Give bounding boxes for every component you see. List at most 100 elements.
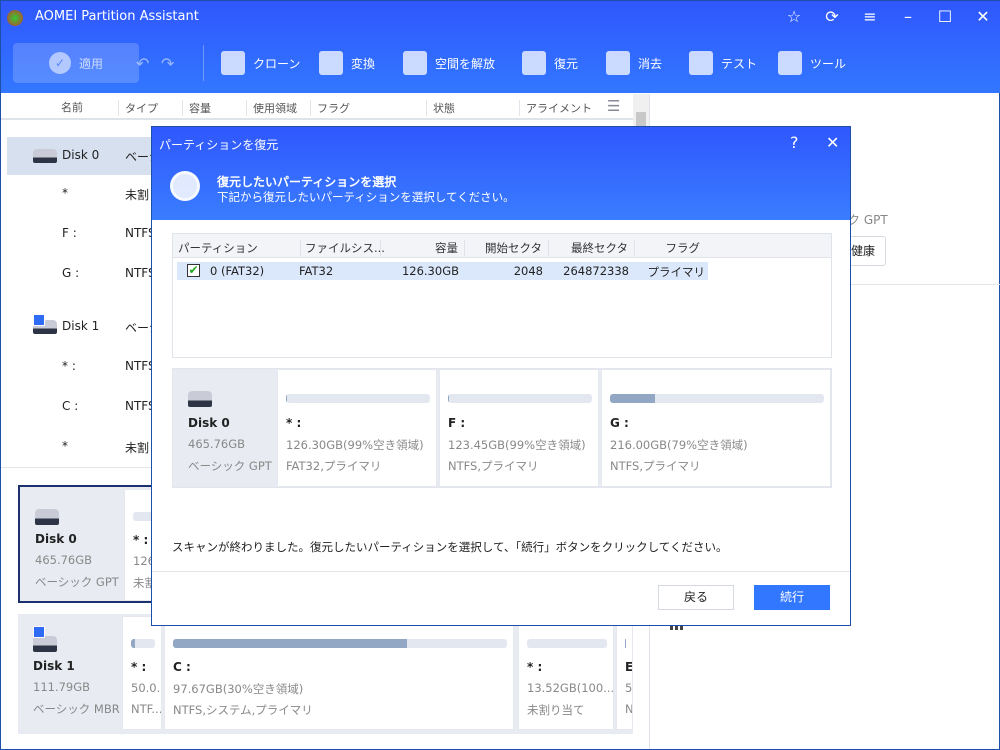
refresh-icon[interactable]: ⟳ <box>820 7 844 26</box>
partition-size: 13.52GB(100... <box>527 681 613 695</box>
partition-block[interactable]: G : 216.00GB(79%空き領域) NTFS,プライマリ <box>601 369 831 487</box>
usage-fill <box>448 394 450 403</box>
app-title: AOMEI Partition Assistant <box>35 9 199 24</box>
tools-label: ツール <box>810 56 847 71</box>
usage-fill <box>610 394 655 403</box>
back-button[interactable]: 戻る <box>658 585 734 610</box>
col-capacity[interactable]: 容量 <box>182 100 211 116</box>
disk-type: ベーシック GPT <box>35 575 119 589</box>
th-start-sector[interactable]: 開始セクタ <box>464 240 542 256</box>
help-icon[interactable]: ? <box>790 133 799 152</box>
restore-clock-icon <box>170 171 200 201</box>
close-button[interactable]: ✕ <box>971 7 995 26</box>
partition-table: パーティション ファイルシス... 容量 開始セクタ 最終セクタ フラグ ✔ 0… <box>172 233 832 358</box>
partition-size: 123.45GB(99%空き領域) <box>448 438 586 452</box>
disk-name: Disk 1 <box>33 659 75 673</box>
recover-partition-dialog: パーティションを復元 ? ✕ 復元したいパーティションを選択 下記から復元したい… <box>151 126 851 626</box>
windows-icon <box>33 626 45 638</box>
wipe-button[interactable]: 消去 <box>606 43 662 83</box>
minimize-button[interactable]: – <box>896 7 920 26</box>
partition-fs: 未割り当て <box>527 703 585 717</box>
free-space-button[interactable]: 空間を解放 <box>403 43 495 83</box>
col-status[interactable]: 状態 <box>426 100 455 116</box>
health-label: 健康 <box>850 244 875 258</box>
clone-label: クローン <box>253 56 301 71</box>
row-name: Disk 0 <box>62 148 100 162</box>
dialog-close-icon[interactable]: ✕ <box>826 133 839 152</box>
col-type[interactable]: タイプ <box>118 100 158 116</box>
cell-partition: 0 (FAT32) <box>210 264 265 278</box>
star-icon[interactable]: ☆ <box>782 7 806 26</box>
partition-block[interactable]: F : 123.45GB(99%空き領域) NTFS,プライマリ <box>439 369 599 487</box>
disk-size: 465.76GB <box>35 553 93 567</box>
convert-icon <box>319 51 343 75</box>
undo-button[interactable]: ↶ <box>136 43 149 83</box>
continue-button[interactable]: 続行 <box>754 585 830 610</box>
disk-size: 465.76GB <box>188 437 246 451</box>
status-message: スキャンが終わりました。復元したいパーティションを選択して、「続行」ボタンをクリ… <box>172 540 728 554</box>
partition-block[interactable]: * : 50.0... NTF... <box>122 616 162 730</box>
recover-button[interactable]: 復元 <box>522 43 578 83</box>
footer-divider <box>152 571 850 572</box>
usage-bar <box>610 394 824 403</box>
usage-bar <box>173 639 507 648</box>
disk-name: Disk 0 <box>35 532 77 546</box>
row-name: * : <box>62 359 76 373</box>
wipe-label: 消去 <box>638 56 663 71</box>
row-name: G : <box>62 266 80 280</box>
row-name: * <box>62 439 68 453</box>
test-button[interactable]: テスト <box>689 43 757 83</box>
usage-bar <box>527 639 607 648</box>
partition-fs: NTFS,プライマリ <box>610 459 701 473</box>
apply-label: 適用 <box>78 56 103 71</box>
tools-button[interactable]: ツール <box>778 43 846 83</box>
partition-label: F : <box>448 416 466 430</box>
expand-icon <box>403 51 427 75</box>
partition-fs: N... <box>625 702 632 716</box>
convert-button[interactable]: 変換 <box>319 43 375 83</box>
apply-button[interactable]: ✓ 適用 <box>13 43 139 83</box>
row-name: C : <box>62 399 79 413</box>
partition-label: E : <box>625 660 632 674</box>
usage-bar <box>625 639 626 648</box>
back-label: 戻る <box>683 590 708 604</box>
table-row[interactable]: ✔ 0 (FAT32) FAT32 126.30GB 2048 26487233… <box>177 262 708 280</box>
shredder-icon <box>606 51 630 75</box>
partition-block[interactable]: * : 126.30GB(99%空き領域) FAT32,プライマリ <box>277 369 437 487</box>
partition-block[interactable]: E : 5... N... <box>616 616 633 730</box>
usage-bar <box>448 394 592 403</box>
maximize-button[interactable]: ☐ <box>933 7 957 26</box>
th-capacity[interactable]: 容量 <box>380 240 458 256</box>
menu-icon[interactable]: ≡ <box>858 7 882 26</box>
row-checkbox[interactable]: ✔ <box>187 264 200 277</box>
col-flag[interactable]: フラグ <box>310 100 350 116</box>
usage-fill <box>131 639 135 648</box>
th-end-sector[interactable]: 最終セクタ <box>548 240 628 256</box>
clone-button[interactable]: クローン <box>221 43 300 83</box>
partition-block[interactable]: C : 97.67GB(30%空き領域) NTFS,システム,プライマリ <box>164 616 514 730</box>
col-alignment[interactable]: アライメント <box>519 100 592 116</box>
dialog-heading: 復元したいパーティションを選択 <box>217 175 397 189</box>
column-settings-icon[interactable]: ☰ <box>607 97 620 115</box>
title-toolbar-area: AOMEI Partition Assistant ☆ ⟳ ≡ – ☐ ✕ ✓ 適… <box>1 1 1000 93</box>
test-label: テスト <box>721 56 758 71</box>
clone-icon <box>221 51 245 75</box>
dialog-title: パーティションを復元 <box>159 138 279 152</box>
col-name[interactable]: 名前 <box>61 99 83 115</box>
redo-button[interactable]: ↷ <box>161 43 174 83</box>
th-filesystem[interactable]: ファイルシス... <box>300 240 385 256</box>
free-space-label: 空間を解放 <box>435 56 496 71</box>
partition-size: 5... <box>625 681 632 695</box>
partition-fs: FAT32,プライマリ <box>286 459 382 473</box>
disk-icon <box>33 636 57 652</box>
partition-block[interactable]: * : 13.52GB(100... 未割り当て <box>518 616 614 730</box>
col-used[interactable]: 使用領域 <box>246 100 297 116</box>
th-flag[interactable]: フラグ <box>634 240 702 256</box>
partition-size: 97.67GB(30%空き領域) <box>173 682 304 696</box>
cell-start: 2048 <box>513 264 543 278</box>
usage-fill <box>286 394 288 403</box>
disk-card[interactable]: Disk 1111.79GBベーシック MBR* :50.0...NTF...C… <box>18 614 633 734</box>
th-partition[interactable]: パーティション <box>178 240 258 256</box>
partition-label: * : <box>131 660 147 674</box>
usage-bar <box>131 639 155 648</box>
